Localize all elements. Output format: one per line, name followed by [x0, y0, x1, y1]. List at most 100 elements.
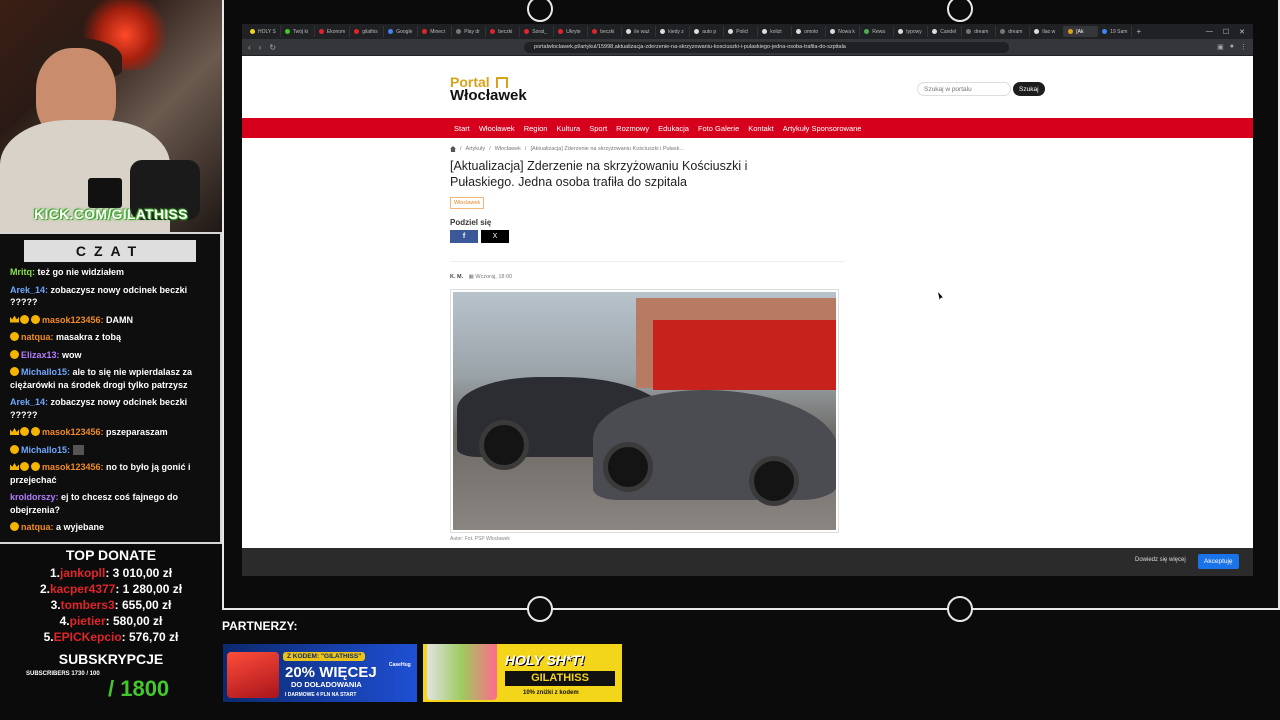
chat-message: Arek_14: zobaczysz nowy odcinek beczki ?…: [10, 284, 212, 309]
browser-tab[interactable]: Sorat_: [520, 26, 555, 37]
donate-amount: : 1 280,00 zł: [115, 582, 183, 596]
tab-favicon-icon: [1034, 29, 1040, 34]
kick-channel-link: KICK.COM/GILATHISS: [34, 206, 188, 222]
browser-tab[interactable]: Ekonom: [315, 26, 351, 37]
web-page: Portal Włocławek Szukaj Start Włocławek Re…: [242, 56, 1253, 576]
x-share-button[interactable]: X: [481, 230, 509, 243]
browser-tab[interactable]: beczki: [486, 26, 521, 37]
profile-icon[interactable]: ●: [1230, 43, 1234, 51]
tab-favicon-icon: [422, 29, 428, 34]
chat-text: też go nie widziałem: [35, 267, 125, 277]
reload-icon[interactable]: ↻: [269, 43, 276, 52]
maximize-icon[interactable]: ☐: [1223, 28, 1229, 36]
cookie-banner: Dowiedz się więcej Akceptuję: [242, 548, 1253, 576]
address-bar[interactable]: portalwloclawek.pl/artykul/15998,aktuali…: [524, 41, 1010, 53]
article-author: K. M.: [450, 274, 464, 280]
browser-tab[interactable]: auto p: [690, 26, 725, 37]
cookie-learn-more-link[interactable]: Dowiedz się więcej: [1135, 557, 1186, 563]
browser-tab[interactable]: Nowa k: [826, 26, 861, 37]
browser-tab[interactable]: Ukryte: [554, 26, 589, 37]
browser-tab[interactable]: kolizt: [758, 26, 793, 37]
minimize-icon[interactable]: —: [1206, 28, 1213, 36]
forward-icon[interactable]: ›: [259, 43, 262, 52]
nav-item[interactable]: Sport: [589, 124, 607, 133]
browser-tab[interactable]: dream: [996, 26, 1031, 37]
tab-favicon-icon: [250, 29, 255, 34]
home-icon[interactable]: [450, 146, 456, 152]
browser-tab[interactable]: gilathis: [350, 26, 385, 37]
chat-message: Elizax13: wow: [10, 349, 212, 362]
site-navbar: Start Włocławek Region Kultura Sport Rozmowy E…: [242, 118, 1253, 138]
nav-item[interactable]: Region: [524, 124, 548, 133]
browser-tab[interactable]: Minecr: [418, 26, 453, 37]
browser-tab[interactable]: Candel: [928, 26, 963, 37]
tab-favicon-icon: [626, 29, 632, 34]
chat-username: Michallo15:: [21, 444, 71, 455]
chat-text: wow: [59, 349, 82, 360]
nav-item[interactable]: Foto Galerie: [698, 124, 739, 133]
nav-item[interactable]: Włocławek: [479, 124, 515, 133]
browser-tab[interactable]: Ilao w: [1030, 26, 1065, 37]
subscribers-goal: / 1800: [108, 676, 170, 701]
search-button[interactable]: Szukaj: [1013, 82, 1045, 96]
browser-tab[interactable]: beczki: [588, 26, 623, 37]
nav-item[interactable]: Rozmowy: [616, 124, 649, 133]
browser-tab[interactable]: 19 Sam: [1098, 26, 1133, 37]
chat-text: masakra z tobą: [53, 332, 122, 342]
donate-entry: 5.EPICKepcio: 576,70 zł: [43, 630, 179, 644]
breadcrumb-articles[interactable]: Artykuły: [466, 146, 486, 152]
chat-username: masok123456:: [42, 462, 104, 472]
article: / Artykuły / Włocławek / [Aktualizacja] …: [450, 146, 845, 542]
close-window-icon[interactable]: ✕: [1239, 28, 1245, 36]
browser-tab[interactable]: Rewa: [860, 26, 895, 37]
browser-tab[interactable]: dream: [962, 26, 997, 37]
article-photo[interactable]: [450, 289, 839, 533]
partners-title: PARTNERZY:: [222, 619, 298, 633]
chat-message: Mritq: też go nie widziałem: [10, 266, 212, 279]
tab-favicon-icon: [1068, 29, 1074, 34]
tab-favicon-icon: [966, 29, 972, 34]
browser-tab[interactable]: HOLY S: [246, 26, 281, 37]
search-input[interactable]: [917, 82, 1011, 96]
nav-item[interactable]: Kultura: [556, 124, 580, 133]
browser-tab[interactable]: Policl: [724, 26, 759, 37]
browser-tab[interactable]: Google: [384, 26, 419, 37]
tab-favicon-icon: [864, 29, 870, 34]
casehug-banner[interactable]: Z KODEM: "GILATHISS" CaseHug 20% WIĘCEJ …: [223, 644, 417, 702]
browser-tab[interactable]: Twój ki: [281, 26, 315, 37]
browser-tab[interactable]: kiedy z: [656, 26, 691, 37]
tab-favicon-icon: [830, 29, 836, 34]
subscriptions-title: SUBSKRYPCJE: [58, 651, 164, 667]
browser-toolbar: ‹ › ↻ portalwloclawek.pl/artykul/15998,a…: [242, 39, 1253, 55]
nav-item[interactable]: Artykuły Sponsorowane: [783, 124, 862, 133]
extension-icon[interactable]: ▣: [1217, 43, 1224, 51]
holy-banner[interactable]: HOLY SH*T! GILATHISS 10% zniżki z kodem: [423, 644, 622, 702]
breadcrumb-city[interactable]: Włocławek: [495, 146, 521, 152]
facebook-share-button[interactable]: f: [450, 230, 478, 243]
donate-entry: 3.tombers3: 655,00 zł: [50, 598, 172, 612]
site-logo[interactable]: Portal Włocławek: [450, 75, 527, 103]
browser-tab[interactable]: [Ak: [1064, 26, 1099, 37]
browser-tab[interactable]: omoto: [792, 26, 827, 37]
chat-panel: CZAT Mritq: też go nie widziałem Arek_14:…: [0, 232, 222, 544]
nav-item[interactable]: Edukacja: [658, 124, 689, 133]
browser-tab[interactable]: typowy: [894, 26, 929, 37]
tab-favicon-icon: [762, 29, 768, 34]
site-header: Portal Włocławek Szukaj: [242, 56, 1253, 118]
webcam-feed: KICK.COM/GILATHISS: [0, 0, 222, 232]
menu-icon[interactable]: ⋮: [1240, 43, 1247, 51]
chat-username: Arek_14:: [10, 397, 49, 407]
category-badge[interactable]: Włocławek: [450, 197, 485, 209]
emote-badge-icon: [10, 522, 19, 531]
browser-tab[interactable]: Play dr: [452, 26, 487, 37]
nav-item[interactable]: Kontakt: [748, 124, 773, 133]
browser-tab[interactable]: ile waż: [622, 26, 657, 37]
emote-badge-icon: [31, 314, 40, 324]
nav-item[interactable]: Start: [454, 124, 470, 133]
cookie-accept-button[interactable]: Akceptuję: [1198, 554, 1239, 569]
chat-username: natqua:: [21, 332, 54, 342]
photo-caption: Autor: Fot. PSP Włocławek: [450, 536, 510, 542]
donate-amount: : 580,00 zł: [105, 614, 163, 628]
new-tab-icon[interactable]: +: [1136, 27, 1141, 36]
back-icon[interactable]: ‹: [248, 43, 251, 52]
